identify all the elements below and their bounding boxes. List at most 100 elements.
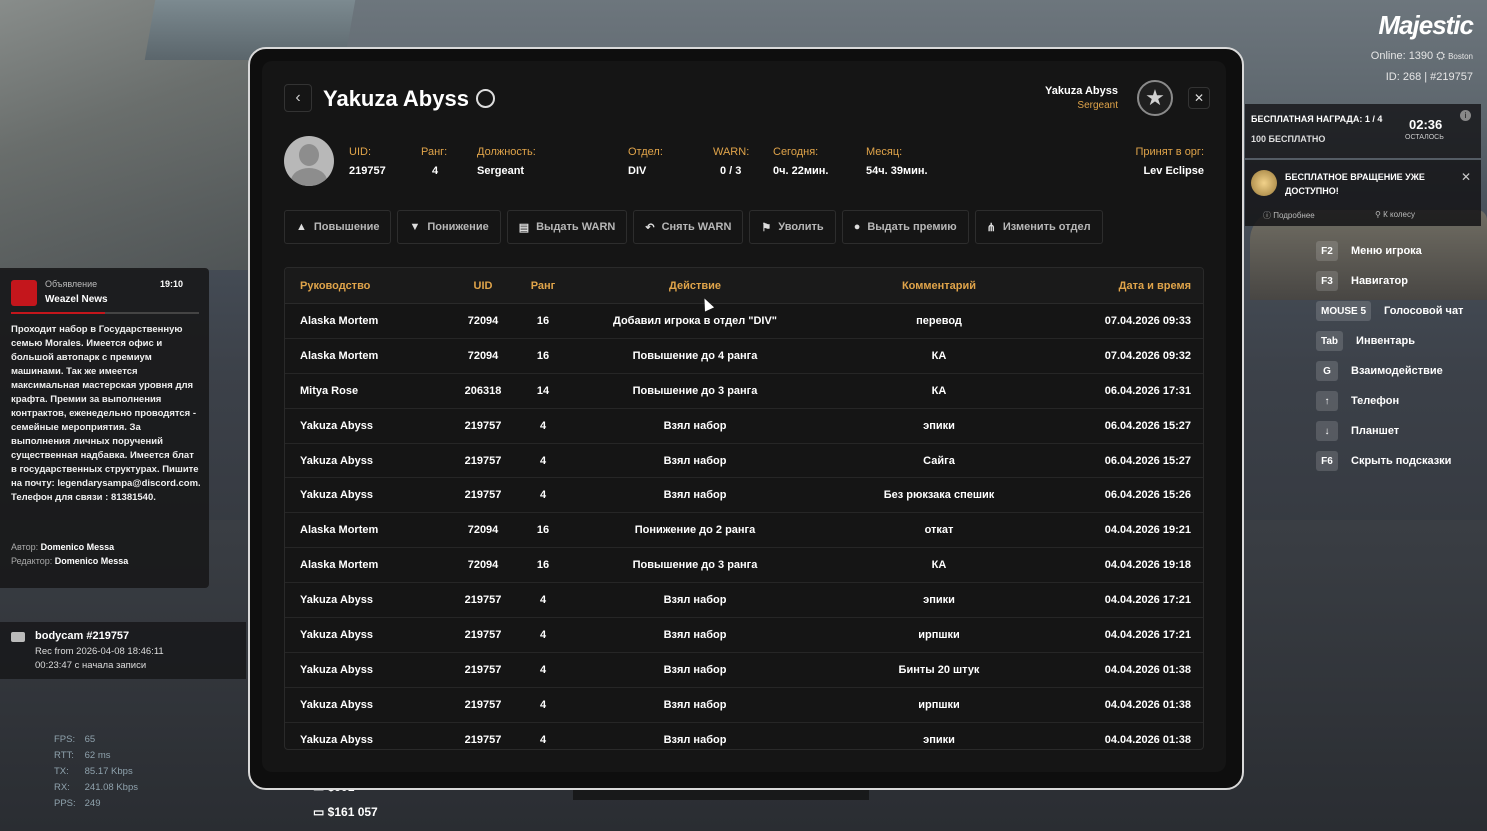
news-editor: Редактор: Domenico Messa [11,556,128,566]
cell-datetime: 06.04.2026 15:26 [1104,489,1191,502]
table-row: Yakuza Abyss 219757 4 Взял набор Сайга 06.04.… [285,444,1203,479]
bank-value: $161 057 [327,805,378,819]
cell-rank: 16 [536,559,550,572]
arrow-down-icon: ▼ [409,221,421,233]
cell-comment: ирпшки [918,698,960,711]
cell-rank: 4 [539,489,547,502]
cell-comment: откат [924,524,954,537]
cell-uid: 219757 [464,594,502,607]
info-icon[interactable]: i [1460,110,1471,121]
remove-warn-button[interactable]: ↶ Снять WARN [633,210,744,244]
remove-warn-label: Снять WARN [661,221,732,233]
today-value: 0ч. 22мин. [773,165,829,177]
cell-datetime: 04.04.2026 17:21 [1104,628,1191,641]
editor-label: Редактор: [11,556,53,566]
col-header-comment: Комментарий [901,279,977,292]
hint-item: ↑ Телефон [1316,386,1463,416]
cell-comment: Сайга [923,454,955,467]
give-bonus-button[interactable]: ● Выдать премию [841,210,969,244]
cell-datetime: 07.04.2026 09:33 [1104,314,1191,327]
server-icon: ⛭ [1436,50,1449,62]
cell-comment: эпики [923,419,955,432]
cell-action: Повышение до 4 ранга [632,349,758,362]
hint-key: F3 [1316,271,1338,291]
cell-manager: Yakuza Abyss [300,663,373,676]
editor-name: Domenico Messa [54,556,129,566]
spin-wheel-link[interactable]: ⚲ К колесу [1375,210,1415,219]
table-row: Yakuza Abyss 219757 4 Взял набор Бинты 20 шт… [285,653,1203,688]
news-time: 19:10 [160,279,184,289]
news-source: Weazel News [45,294,108,305]
cell-action: Взял набор [663,454,727,467]
cell-manager: Yakuza Abyss [300,489,373,502]
cell-uid: 72094 [467,559,499,572]
stat-value: 241.08 Kbps [84,782,138,793]
cell-uid: 219757 [464,733,502,746]
cell-rank: 16 [536,349,550,362]
cell-action: Понижение до 2 ранга [634,524,756,537]
stat-row: PPS: 249 [54,796,138,812]
month-value: 54ч. 39мин. [866,165,928,177]
give-warn-button[interactable]: ▤ Выдать WARN [506,210,628,244]
warn-value: 0 / 3 [720,165,742,177]
change-department-button[interactable]: ⋔ Изменить отдел [974,210,1103,244]
document-icon: ▤ [518,221,530,234]
history-table[interactable]: Руководство UID Ранг Действие Комментари… [284,267,1204,750]
cell-action: Повышение до 3 ранга [632,384,758,397]
rank-value: 4 [432,165,439,177]
fire-label: Уволить [778,221,824,233]
free-reward-panel[interactable]: БЕСПЛАТНАЯ НАГРАДА: 1 / 4 100 БЕСПЛАТНО … [1245,104,1481,158]
close-icon[interactable]: ✕ [1461,170,1471,184]
table-body: Alaska Mortem 72094 16 Добавил игрока в отд… [285,304,1203,749]
cell-action: Взял набор [663,733,727,746]
pin-icon: ⚲ [1375,210,1384,219]
cell-manager: Alaska Mortem [300,349,379,362]
cell-comment: эпики [923,594,955,607]
stat-value: 249 [84,798,101,809]
spin-more-link[interactable]: ⓘ Подробнее [1263,210,1315,221]
camera-icon [11,632,25,642]
table-row: Alaska Mortem 72094 16 Повышение до 4 ранга… [285,339,1203,374]
cell-uid: 219757 [464,454,502,467]
stat-row: FPS: 65 [54,732,138,748]
page-title: Yakuza Abyss [323,86,469,111]
bodycam-panel: bodycam #219757 Rec from 2026-04-08 18:4… [0,622,246,679]
col-header-datetime: Дата и время [1118,279,1191,292]
cell-action: Взял набор [663,419,727,432]
position-label: Должность: [477,146,536,158]
coin-icon: ● [853,221,861,233]
cell-uid: 206318 [464,384,502,397]
cell-datetime: 04.04.2026 01:38 [1104,733,1191,746]
spin-wheel-label: К колесу [1383,210,1415,219]
stat-key: FPS: [54,734,76,745]
undo-icon: ↶ [645,221,655,234]
promote-button[interactable]: ▲ Повышение [284,210,392,244]
cell-rank: 4 [539,628,547,641]
table-row: Yakuza Abyss 219757 4 Взял набор эпики 06.04.… [285,409,1203,444]
hint-key: MOUSE 5 [1316,301,1372,321]
hint-item: F2 Меню игрока [1316,236,1463,266]
fire-button[interactable]: ⚑ Уволить [749,210,836,244]
cell-manager: Yakuza Abyss [300,419,373,432]
divider [11,312,199,314]
stat-key: PPS: [54,798,76,809]
close-button[interactable]: ✕ [1188,87,1210,109]
cell-datetime: 06.04.2026 15:27 [1104,454,1191,467]
spin-more-label: Подробнее [1273,211,1315,220]
cell-manager: Yakuza Abyss [300,628,373,641]
table-row: Alaska Mortem 72094 16 Понижение до 2 ранга… [285,513,1203,549]
demote-button[interactable]: ▼ Понижение [397,210,501,244]
fortune-wheel-icon [1251,170,1277,196]
hint-key: ↑ [1316,391,1338,411]
back-button[interactable]: ‹ [284,84,312,112]
cell-action: Взял набор [663,489,727,502]
reward-left-label: ОСТАЛОСЬ [1405,134,1444,141]
stat-row: TX: 85.17 Kbps [54,764,138,780]
hint-label: Инвентарь [1356,335,1415,347]
server-name: Boston [1448,52,1473,61]
table-row: Yakuza Abyss 219757 4 Взял набор ирпшки 04.04… [285,688,1203,723]
hint-label: Планшет [1351,425,1400,437]
demote-label: Понижение [427,221,489,233]
col-header-rank: Ранг [530,279,556,292]
reward-subtitle: 100 БЕСПЛАТНО [1251,134,1326,144]
